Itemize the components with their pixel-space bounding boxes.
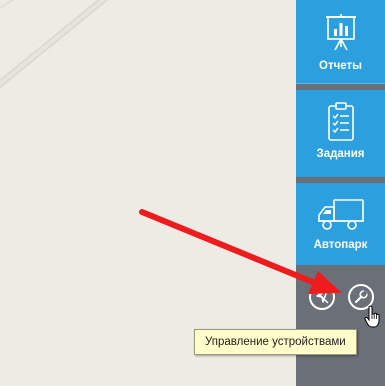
sidebar-item-label: Задания: [316, 148, 365, 160]
navigation-off-button[interactable]: [309, 284, 335, 310]
truck-icon: [317, 199, 364, 230]
device-management-button[interactable]: [348, 284, 374, 310]
clipboard-checklist-icon: [327, 102, 354, 141]
sidebar-item-fleet[interactable]: Автопарк: [296, 183, 385, 265]
sidebar-item-reports[interactable]: Отчеты: [296, 0, 385, 84]
sidebar-item-tasks[interactable]: Задания: [296, 90, 385, 177]
sidebar-item-label: Автопарк: [313, 239, 368, 251]
presentation-board-icon: [325, 14, 356, 51]
device-management-tooltip: Управление устройствами: [194, 329, 357, 355]
wrench-icon: [354, 290, 368, 304]
navigation-arrow-off-icon: [315, 290, 329, 304]
sidebar-item-label: Отчеты: [319, 60, 362, 72]
